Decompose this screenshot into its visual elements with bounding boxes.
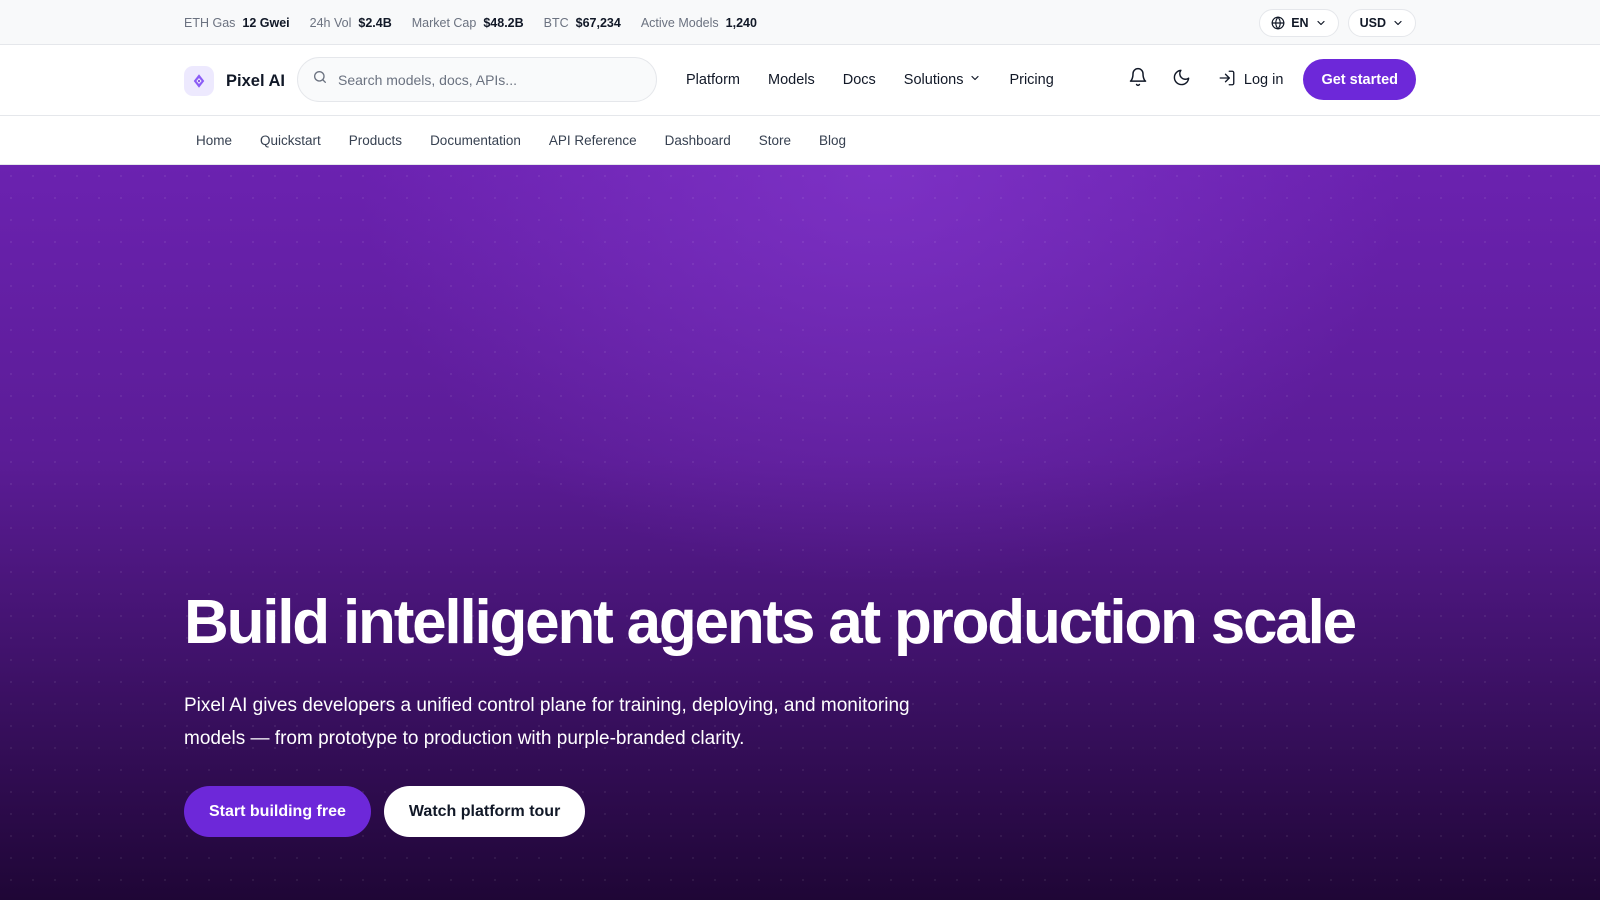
ticker-label: 24h Vol bbox=[309, 15, 352, 30]
ticker-items: ETH Gas 12 Gwei 24h Vol $2.4B Market Cap… bbox=[184, 0, 757, 45]
ticker-label: BTC bbox=[543, 15, 569, 30]
nav-item-solutions[interactable]: Solutions bbox=[904, 72, 982, 88]
login-link[interactable]: Log in bbox=[1218, 69, 1284, 91]
currency-value: USD bbox=[1359, 16, 1386, 30]
chevron-down-icon bbox=[1392, 17, 1404, 29]
ticker-item-market-cap: Market Cap $48.2B bbox=[412, 16, 524, 30]
start-building-button[interactable]: Start building free bbox=[184, 786, 371, 837]
nav-item-platform[interactable]: Platform bbox=[686, 72, 740, 88]
subnav-item-documentation[interactable]: Documentation bbox=[430, 133, 521, 148]
currency-select[interactable]: USD bbox=[1347, 9, 1416, 37]
hero-title: Build intelligent agents at production s… bbox=[184, 588, 1357, 657]
subnav-item-store[interactable]: Store bbox=[759, 133, 791, 148]
ticker-label: Market Cap bbox=[411, 15, 477, 30]
primary-nav: Platform Models Docs Solutions Pricing bbox=[686, 45, 1054, 115]
search-bar[interactable] bbox=[297, 57, 657, 102]
nav-item-docs[interactable]: Docs bbox=[843, 72, 876, 88]
nav-item-models[interactable]: Models bbox=[768, 72, 815, 88]
subnav-item-blog[interactable]: Blog bbox=[819, 133, 846, 148]
nav-item-pricing[interactable]: Pricing bbox=[1009, 72, 1053, 88]
subnav-item-quickstart[interactable]: Quickstart bbox=[260, 133, 321, 148]
ticker-item-eth-gas: ETH Gas 12 Gwei bbox=[184, 16, 290, 30]
notifications-button[interactable] bbox=[1118, 60, 1158, 100]
hero-actions: Start building free Watch platform tour bbox=[184, 786, 586, 837]
globe-icon bbox=[1271, 16, 1285, 30]
ticker-value: 12 Gwei bbox=[242, 15, 290, 30]
moon-icon bbox=[1172, 68, 1191, 92]
secondary-nav-items: Home Quickstart Products Documentation A… bbox=[196, 116, 846, 165]
search-icon bbox=[312, 69, 328, 90]
ticker-value: $48.2B bbox=[483, 15, 524, 30]
subnav-item-home[interactable]: Home bbox=[196, 133, 232, 148]
logo-icon bbox=[184, 66, 214, 96]
subnav-item-dashboard[interactable]: Dashboard bbox=[665, 133, 731, 148]
chevron-down-icon bbox=[969, 72, 981, 88]
ticker-item-btc: BTC $67,234 bbox=[544, 16, 621, 30]
search-input[interactable] bbox=[338, 71, 628, 88]
brand-logo[interactable]: Pixel AI bbox=[184, 66, 285, 96]
language-select[interactable]: EN bbox=[1259, 9, 1339, 37]
hero-subtitle: Pixel AI gives developers a unified cont… bbox=[184, 695, 910, 749]
ticker-value: $67,234 bbox=[575, 15, 621, 30]
ticker-bar: ETH Gas 12 Gwei 24h Vol $2.4B Market Cap… bbox=[0, 0, 1600, 45]
bell-icon bbox=[1128, 67, 1148, 92]
brand-name: Pixel AI bbox=[226, 71, 285, 90]
ticker-label: Active Models bbox=[640, 15, 719, 30]
main-header: Pixel AI Platform Models Docs Solutions … bbox=[0, 45, 1600, 116]
ticker-value: $2.4B bbox=[358, 15, 392, 30]
ticker-item-24h-vol: 24h Vol $2.4B bbox=[310, 16, 392, 30]
subnav-item-api-reference[interactable]: API Reference bbox=[549, 133, 637, 148]
ticker-value: 1,240 bbox=[725, 15, 757, 30]
chevron-down-icon bbox=[1315, 17, 1327, 29]
secondary-nav: Home Quickstart Products Documentation A… bbox=[0, 116, 1600, 165]
watch-tour-button[interactable]: Watch platform tour bbox=[383, 786, 586, 837]
nav-item-label: Solutions bbox=[903, 72, 964, 88]
header-actions: Log in Get started bbox=[1118, 59, 1416, 100]
ticker-label: ETH Gas bbox=[184, 15, 236, 30]
subnav-item-products[interactable]: Products bbox=[349, 133, 402, 148]
login-label: Log in bbox=[1243, 71, 1284, 88]
hero-section: Build intelligent agents at production s… bbox=[0, 165, 1600, 900]
get-started-button[interactable]: Get started bbox=[1303, 59, 1416, 100]
ticker-item-active-models: Active Models 1,240 bbox=[641, 16, 757, 30]
theme-toggle-button[interactable] bbox=[1162, 60, 1202, 100]
language-value: EN bbox=[1291, 16, 1309, 30]
log-in-icon bbox=[1218, 69, 1236, 91]
locale-controls: EN USD bbox=[1259, 9, 1416, 37]
